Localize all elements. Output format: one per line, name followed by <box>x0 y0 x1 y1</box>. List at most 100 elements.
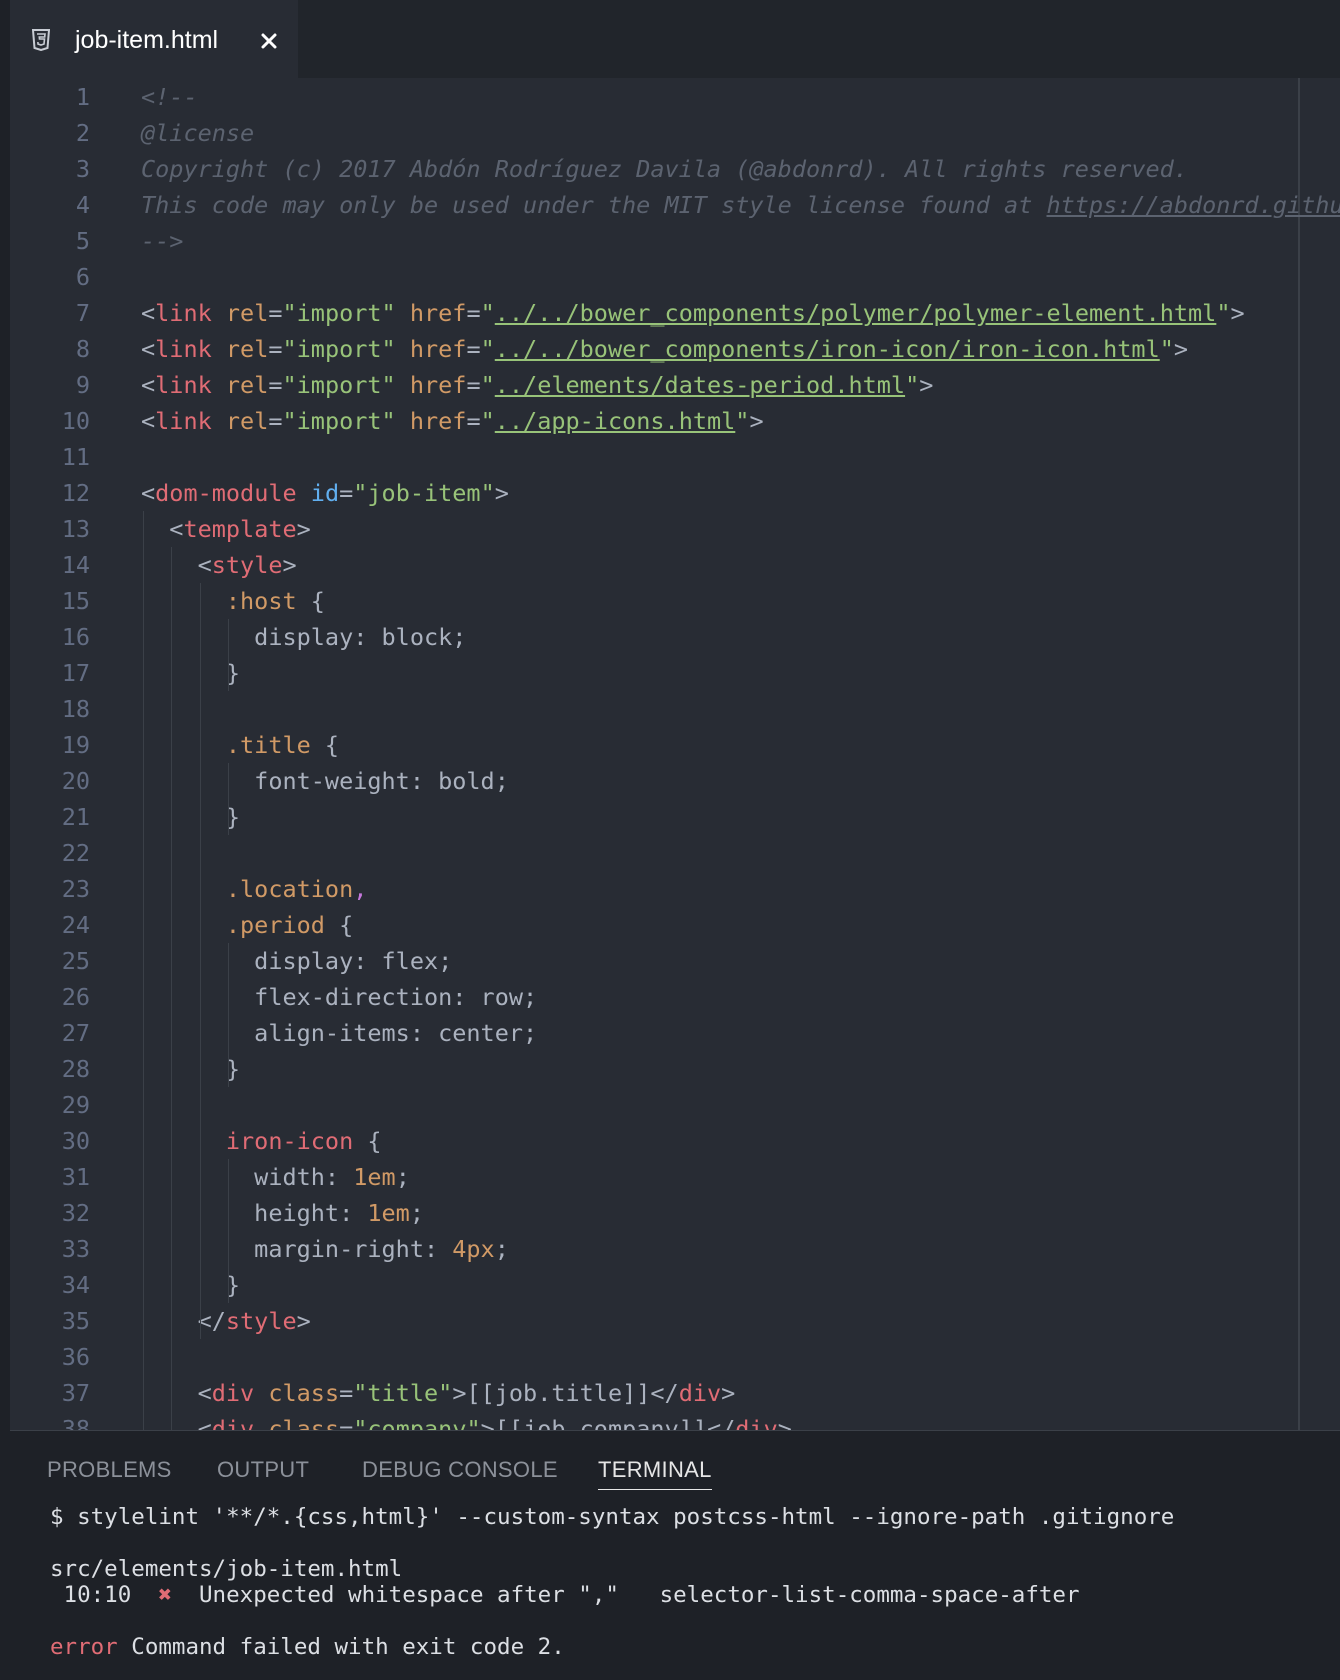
code-token: div <box>678 1379 722 1407</box>
terminal-error-line: error Command failed with exit code 2. <box>50 1634 565 1660</box>
code-token: </ <box>141 1307 226 1335</box>
close-icon[interactable] <box>260 32 278 50</box>
code-token: dom-module <box>155 479 297 507</box>
code-token: > <box>919 371 934 399</box>
code-text: height: 1em; <box>141 1195 424 1231</box>
code-token: rel <box>225 407 269 435</box>
code-token: link <box>155 299 212 327</box>
indent-guide <box>228 943 230 1087</box>
code-token: < <box>141 335 156 363</box>
line-number: 36 <box>61 1343 90 1371</box>
line-number: 31 <box>61 1163 90 1191</box>
code-token: rel <box>225 371 269 399</box>
indent-guide <box>199 583 201 1339</box>
code-token: https://abdonrd.github.io/LICENSE.txt <box>1046 191 1340 219</box>
code-token: " <box>480 335 495 363</box>
editor-window: job-item.html 1 <!-- 2 @license 3 Copyright (… <box>10 0 1340 1680</box>
code-token: "import" <box>282 407 396 435</box>
code-token: < <box>141 1415 212 1430</box>
code-token: = <box>466 335 481 363</box>
line-number: 28 <box>61 1055 90 1083</box>
code-token: div <box>211 1415 255 1430</box>
tab-debug-console[interactable]: DEBUG CONSOLE <box>362 1457 558 1483</box>
code-token: 1em <box>353 1163 396 1191</box>
line-number: 23 <box>61 875 90 903</box>
code-token: --> <box>141 227 184 255</box>
code-text: .period { <box>141 907 353 943</box>
line-number: 8 <box>75 335 90 363</box>
code-token: { <box>310 731 340 759</box>
code-text: :host { <box>141 583 325 619</box>
code-token: "company" <box>353 1415 481 1430</box>
code-token: iron-icon <box>225 1127 354 1155</box>
code-token: = <box>339 479 354 507</box>
line-number: 5 <box>75 227 90 255</box>
code-token: link <box>155 371 212 399</box>
code-token: rel <box>225 299 269 327</box>
line-number: 13 <box>61 515 90 543</box>
code-token: > <box>296 515 311 543</box>
code-token: .period <box>225 911 325 939</box>
tab-terminal[interactable]: TERMINAL <box>598 1457 712 1490</box>
code-token: "import" <box>282 299 396 327</box>
code-line: 15 :host { <box>10 583 1340 619</box>
terminal-error-text: Command failed with exit code 2. <box>131 1634 565 1660</box>
line-number: 3 <box>75 155 90 183</box>
tab-job-item-html[interactable]: job-item.html <box>10 0 298 78</box>
code-line: 9 <link rel="import" href="../elements/da… <box>10 367 1340 403</box>
line-number: 29 <box>61 1091 90 1119</box>
code-token: = <box>268 299 283 327</box>
code-text: <div class="company">[[job.company]]</di… <box>141 1411 792 1430</box>
html5-file-icon <box>32 29 50 51</box>
code-token: .location <box>225 875 354 903</box>
terminal-file: src/elements/job-item.html <box>50 1556 403 1582</box>
line-number: 30 <box>61 1127 90 1155</box>
line-number: 25 <box>61 947 90 975</box>
line-number: 7 <box>75 299 90 327</box>
code-token: = <box>339 1415 354 1430</box>
code-token: " <box>905 371 920 399</box>
tab-output[interactable]: OUTPUT <box>217 1457 309 1483</box>
code-editor[interactable]: 1 <!-- 2 @license 3 Copyright (c) 2017 Abdón … <box>10 78 1340 1430</box>
code-text: } <box>141 655 240 691</box>
code-line: 14 <style> <box>10 547 1340 583</box>
code-token: > <box>777 1415 792 1430</box>
code-token: style <box>211 551 283 579</box>
code-line: 20 font-weight: bold; <box>10 763 1340 799</box>
code-token: display: flex; <box>141 947 453 975</box>
code-line: 8 <link rel="import" href="../../bower_co… <box>10 331 1340 367</box>
line-number: 9 <box>75 371 90 399</box>
code-token: < <box>141 371 156 399</box>
code-token: > <box>282 551 297 579</box>
code-token: = <box>466 371 481 399</box>
code-text: margin-right: 4px; <box>141 1231 509 1267</box>
code-text: <style> <box>141 547 297 583</box>
code-token: = <box>268 407 283 435</box>
code-line: 3 Copyright (c) 2017 Abdón Rodríguez Davi… <box>10 151 1340 187</box>
code-token: margin-right: <box>141 1235 453 1263</box>
line-number: 32 <box>61 1199 90 1227</box>
code-token: ../elements/dates-period.html <box>494 371 906 399</box>
code-token: width: <box>141 1163 354 1191</box>
code-token: div <box>735 1415 778 1430</box>
tab-problems[interactable]: PROBLEMS <box>47 1457 172 1483</box>
line-number: 6 <box>75 263 90 291</box>
code-text: width: 1em; <box>141 1159 410 1195</box>
line-number: 2 <box>75 119 90 147</box>
line-number: 19 <box>61 731 90 759</box>
code-token: { <box>353 1127 382 1155</box>
code-token: id <box>310 479 340 507</box>
line-number: 20 <box>61 767 90 795</box>
line-number: 34 <box>61 1271 90 1299</box>
code-text: <link rel="import" href="../../bower_com… <box>141 331 1188 367</box>
code-line: 29 <box>10 1087 1340 1123</box>
line-number: 16 <box>61 623 90 651</box>
